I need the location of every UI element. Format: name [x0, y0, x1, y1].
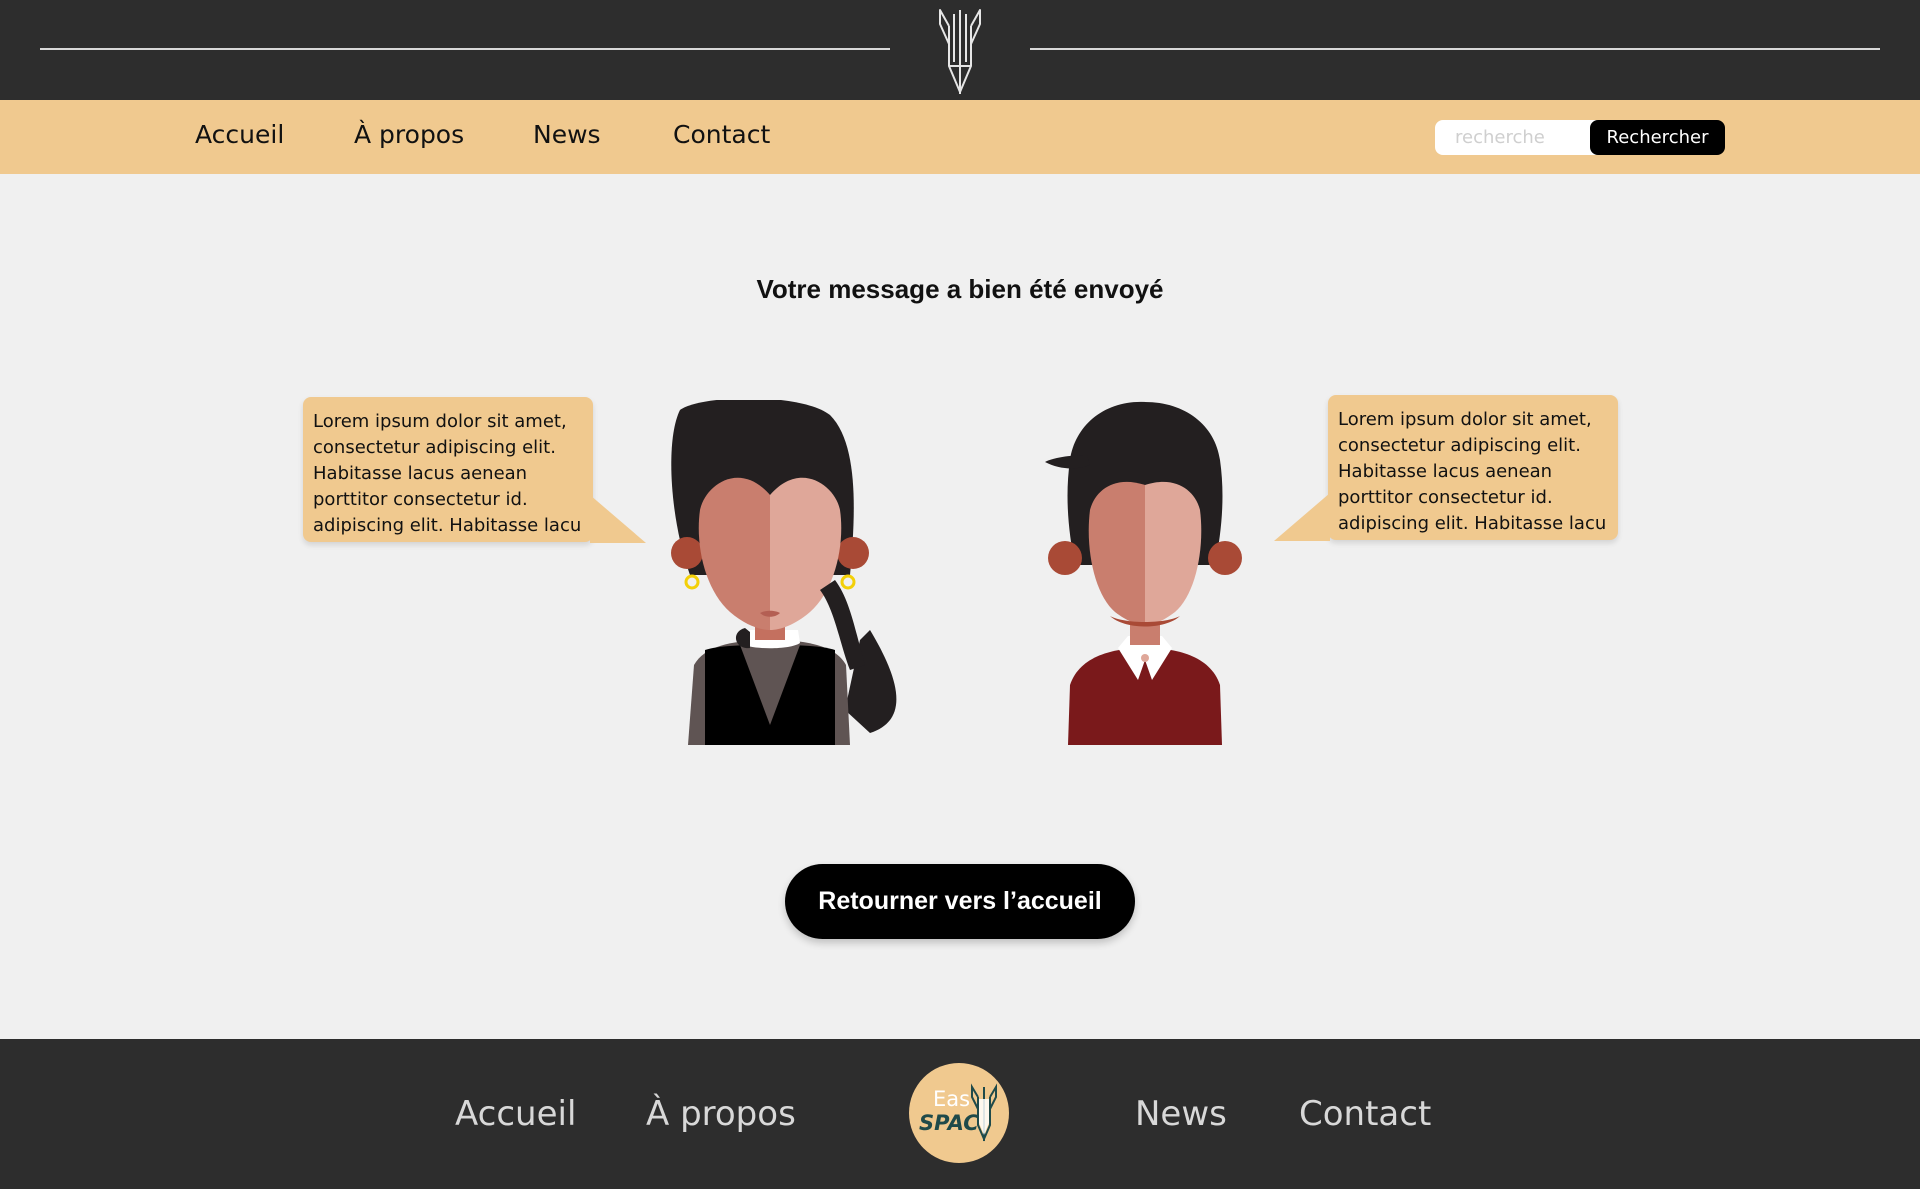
search-bar: Recherche r — [1435, 120, 1725, 155]
top-header — [0, 0, 1920, 100]
nav-item-accueil[interactable]: Accueil — [195, 120, 284, 149]
speech-bubble-tail-left — [590, 495, 646, 543]
footer-link-contact[interactable]: Contact — [1299, 1094, 1431, 1134]
rocket-icon — [939, 9, 981, 94]
header-divider-left — [40, 48, 890, 50]
search-button[interactable]: Rechercher — [1590, 120, 1725, 155]
search-input[interactable] — [1435, 120, 1610, 155]
nav-item-contact[interactable]: Contact — [673, 120, 770, 149]
confirmation-message: Votre message a bien été envoyé — [756, 274, 1164, 304]
page-footer: Accueil À propos Eas SPAC News Contact — [0, 1039, 1920, 1189]
footer-link-a-propos[interactable]: À propos — [646, 1094, 796, 1134]
speech-bubble-left: Lorem ipsum dolor sit amet, consectetur … — [303, 397, 593, 542]
return-home-button[interactable]: Retourner vers l’accueil — [785, 864, 1135, 939]
woman-avatar-illustration — [671, 400, 897, 745]
header-divider-right — [1030, 48, 1880, 50]
nav-item-news[interactable]: News — [533, 120, 601, 149]
nav-item-a-propos[interactable]: À propos — [354, 120, 464, 149]
footer-logo[interactable]: Eas SPAC — [909, 1063, 1009, 1163]
speech-bubble-tail-right — [1274, 493, 1330, 541]
man-avatar-illustration — [1045, 401, 1242, 745]
logo-text-top: Eas — [933, 1087, 971, 1111]
footer-link-accueil[interactable]: Accueil — [455, 1094, 576, 1134]
logo-rocket-icon — [971, 1083, 997, 1142]
speech-bubble-right: Lorem ipsum dolor sit amet, consectetur … — [1328, 395, 1618, 540]
footer-link-news[interactable]: News — [1135, 1094, 1227, 1134]
